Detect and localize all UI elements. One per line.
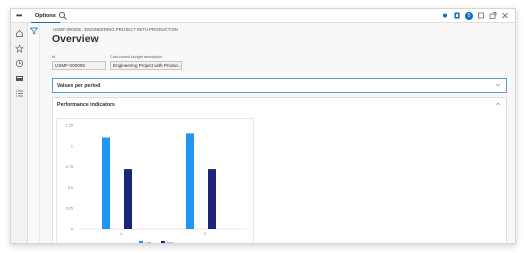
bar-spi bbox=[124, 169, 132, 229]
star-icon[interactable] bbox=[15, 44, 24, 53]
performance-chart-card: 0 0.25 0.5 0.75 1 1.25 1 2 CPI SPI bbox=[56, 118, 254, 244]
legend-swatch bbox=[139, 241, 143, 243]
legend-label: SPI bbox=[167, 242, 173, 244]
y-tick-label: 0.75 bbox=[66, 165, 73, 169]
nav-sidebar bbox=[11, 23, 28, 243]
menu-dots-icon[interactable]: ••• bbox=[16, 11, 22, 20]
open-new-window-icon[interactable] bbox=[489, 11, 497, 20]
y-tick-label: 1 bbox=[71, 144, 73, 148]
options-tab[interactable]: Options bbox=[31, 9, 60, 23]
id-label: Id bbox=[52, 55, 56, 59]
filter-pane bbox=[28, 23, 40, 243]
connect-icon[interactable] bbox=[441, 11, 449, 20]
filter-icon[interactable] bbox=[30, 27, 38, 35]
search-icon[interactable] bbox=[58, 11, 68, 21]
chevron-down-icon[interactable] bbox=[495, 82, 501, 90]
workspace-icon[interactable] bbox=[15, 74, 24, 83]
id-field: Id USMF-000005 bbox=[52, 55, 106, 70]
y-tick-label: 0 bbox=[71, 228, 73, 232]
bar-cpi bbox=[186, 133, 194, 229]
restore-icon[interactable] bbox=[477, 11, 485, 20]
x-tick-label: 2 bbox=[204, 232, 206, 236]
top-bar: ••• Options 0 bbox=[11, 9, 515, 23]
x-tick-label: 1 bbox=[120, 232, 122, 236]
values-per-period-section[interactable]: Values per period bbox=[52, 78, 507, 93]
id-value[interactable]: USMF-000005 bbox=[52, 61, 106, 70]
main-content: USMF-000005 : ENGINEERING PROJECT WITH P… bbox=[49, 23, 507, 243]
y-tick-label: 0.25 bbox=[66, 207, 73, 211]
performance-indicators-section: Performance indicators 0 0.25 0.5 0.75 1 1.25… bbox=[52, 97, 507, 244]
section-title: Values per period bbox=[57, 83, 101, 89]
close-icon[interactable] bbox=[501, 11, 509, 20]
cost-budget-value[interactable]: Engineering Project with Produc... bbox=[110, 61, 182, 70]
bar-cpi bbox=[102, 137, 110, 229]
breadcrumb: USMF-000005 : ENGINEERING PROJECT WITH P… bbox=[53, 27, 179, 32]
bar-spi bbox=[208, 169, 216, 229]
y-tick-label: 0.5 bbox=[68, 186, 73, 190]
performance-chart: 0 0.25 0.5 0.75 1 1.25 1 2 CPI SPI bbox=[66, 124, 247, 244]
cost-budget-label: Cost control budget description bbox=[110, 55, 163, 59]
y-tick-label: 1.25 bbox=[66, 124, 73, 128]
app-window: ••• Options 0 USMF-000005: ENGINEERING … bbox=[10, 8, 516, 244]
home-icon[interactable] bbox=[15, 29, 24, 38]
clock-icon[interactable] bbox=[15, 59, 24, 68]
office-icon[interactable] bbox=[453, 11, 461, 20]
section-title[interactable]: Performance indicators bbox=[57, 102, 115, 108]
page-title: Overview bbox=[52, 33, 99, 45]
legend-label: CPI bbox=[145, 242, 151, 244]
cost-budget-field: Cost control budget description Engineer… bbox=[110, 55, 182, 70]
notification-icon[interactable]: 0 bbox=[465, 11, 473, 20]
chevron-up-icon[interactable] bbox=[495, 101, 501, 109]
list-icon[interactable] bbox=[15, 89, 24, 98]
legend-swatch bbox=[161, 241, 165, 243]
